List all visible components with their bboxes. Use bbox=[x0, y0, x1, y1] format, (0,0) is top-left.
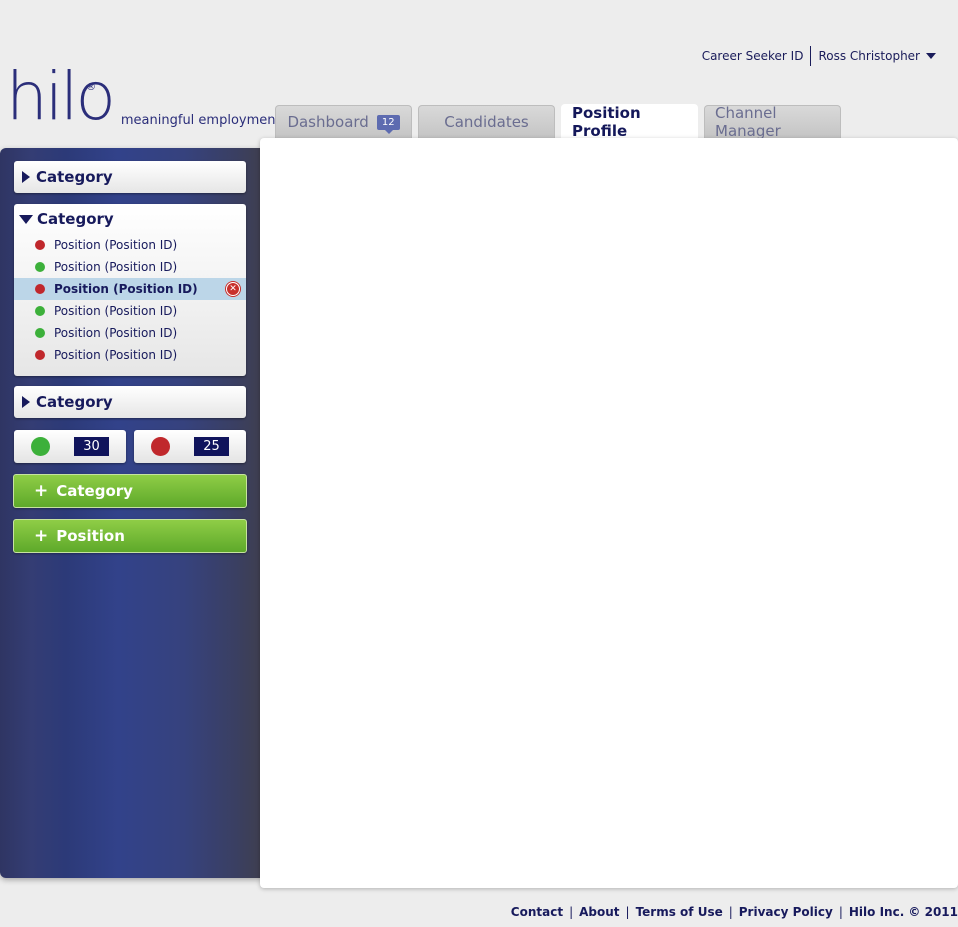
tab-position-profile-label: Position Profile bbox=[572, 104, 641, 140]
category-label: Category bbox=[37, 210, 114, 228]
footer-separator: | bbox=[728, 905, 733, 919]
list-item[interactable]: Position (Position ID) bbox=[14, 322, 246, 344]
footer-link-about[interactable]: About bbox=[579, 905, 619, 919]
list-item[interactable]: Position (Position ID) bbox=[14, 344, 246, 366]
tab-channel-manager[interactable]: Channel Manager bbox=[704, 104, 841, 140]
status-green-icon bbox=[31, 437, 50, 456]
category-panel-expanded: Category Position (Position ID) Position… bbox=[14, 204, 246, 376]
position-label: Position (Position ID) bbox=[54, 282, 198, 296]
status-green-icon bbox=[35, 328, 45, 338]
status-green-icon bbox=[35, 306, 45, 316]
logo-wordmark: hilo bbox=[6, 58, 116, 135]
inactive-count-filter[interactable]: 25 bbox=[134, 430, 246, 463]
footer: Contact | About | Terms of Use | Privacy… bbox=[511, 905, 958, 919]
tab-channel-manager-label: Channel Manager bbox=[715, 104, 781, 140]
expand-arrow-icon bbox=[22, 396, 30, 408]
footer-link-terms[interactable]: Terms of Use bbox=[636, 905, 723, 919]
footer-copyright: Hilo Inc. © 2011 bbox=[848, 905, 958, 919]
registered-mark: ® bbox=[86, 82, 96, 93]
position-label: Position (Position ID) bbox=[54, 326, 178, 340]
active-count-filter[interactable]: 30 bbox=[14, 430, 126, 463]
footer-separator: | bbox=[838, 905, 843, 919]
expand-arrow-icon bbox=[22, 171, 30, 183]
tab-dashboard-label: Dashboard bbox=[287, 113, 369, 131]
category-label: Category bbox=[36, 168, 113, 186]
tab-candidates-label: Candidates bbox=[444, 113, 529, 131]
category-panel-collapsed-2[interactable]: Category bbox=[14, 386, 246, 418]
main-tabs: Dashboard 12 Candidates Position Profile… bbox=[275, 104, 841, 140]
position-label: Position (Position ID) bbox=[54, 348, 178, 362]
status-red-icon bbox=[35, 284, 45, 294]
tab-dashboard[interactable]: Dashboard 12 bbox=[275, 105, 412, 138]
career-seeker-id[interactable]: Career Seeker ID bbox=[702, 49, 804, 63]
logo-tagline: meaningful employment. bbox=[120, 113, 285, 128]
status-red-icon bbox=[151, 437, 170, 456]
list-item[interactable]: Position (Position ID) bbox=[14, 234, 246, 256]
footer-separator: | bbox=[625, 905, 630, 919]
tab-candidates[interactable]: Candidates bbox=[418, 105, 555, 138]
category-panel-collapsed-1[interactable]: Category bbox=[14, 161, 246, 193]
user-bar: Career Seeker ID Ross Christopher bbox=[702, 46, 936, 66]
chevron-down-icon[interactable] bbox=[926, 53, 936, 59]
position-label: Position (Position ID) bbox=[54, 260, 178, 274]
status-red-icon bbox=[35, 240, 45, 250]
footer-link-privacy[interactable]: Privacy Policy bbox=[739, 905, 833, 919]
brand-logo[interactable]: hilo ® meaningful employment. bbox=[6, 64, 285, 130]
status-green-icon bbox=[35, 262, 45, 272]
position-label: Position (Position ID) bbox=[54, 238, 178, 252]
collapse-arrow-icon bbox=[19, 214, 33, 224]
position-label: Position (Position ID) bbox=[54, 304, 178, 318]
tab-position-profile[interactable]: Position Profile bbox=[561, 104, 698, 140]
category-label: Category bbox=[36, 393, 113, 411]
user-name[interactable]: Ross Christopher bbox=[818, 49, 920, 63]
main-content-panel bbox=[260, 138, 958, 888]
remove-icon[interactable]: ✕ bbox=[226, 282, 240, 296]
add-position-button[interactable]: + Position bbox=[13, 519, 247, 553]
add-position-label: Position bbox=[56, 527, 125, 545]
status-red-icon bbox=[35, 350, 45, 360]
footer-link-contact[interactable]: Contact bbox=[511, 905, 563, 919]
list-item[interactable]: Position (Position ID) bbox=[14, 300, 246, 322]
active-count: 30 bbox=[74, 437, 109, 456]
plus-icon: + bbox=[34, 526, 49, 546]
position-list: Position (Position ID) Position (Positio… bbox=[14, 234, 246, 370]
inactive-count: 25 bbox=[194, 437, 229, 456]
user-divider bbox=[810, 46, 812, 66]
plus-icon: + bbox=[34, 481, 49, 501]
category-header[interactable]: Category bbox=[14, 204, 246, 234]
add-category-button[interactable]: + Category bbox=[13, 474, 247, 508]
notification-badge: 12 bbox=[376, 114, 400, 134]
list-item[interactable]: Position (Position ID) bbox=[14, 256, 246, 278]
add-category-label: Category bbox=[56, 482, 133, 500]
footer-separator: | bbox=[569, 905, 574, 919]
list-item-selected[interactable]: Position (Position ID) ✕ bbox=[14, 278, 246, 300]
